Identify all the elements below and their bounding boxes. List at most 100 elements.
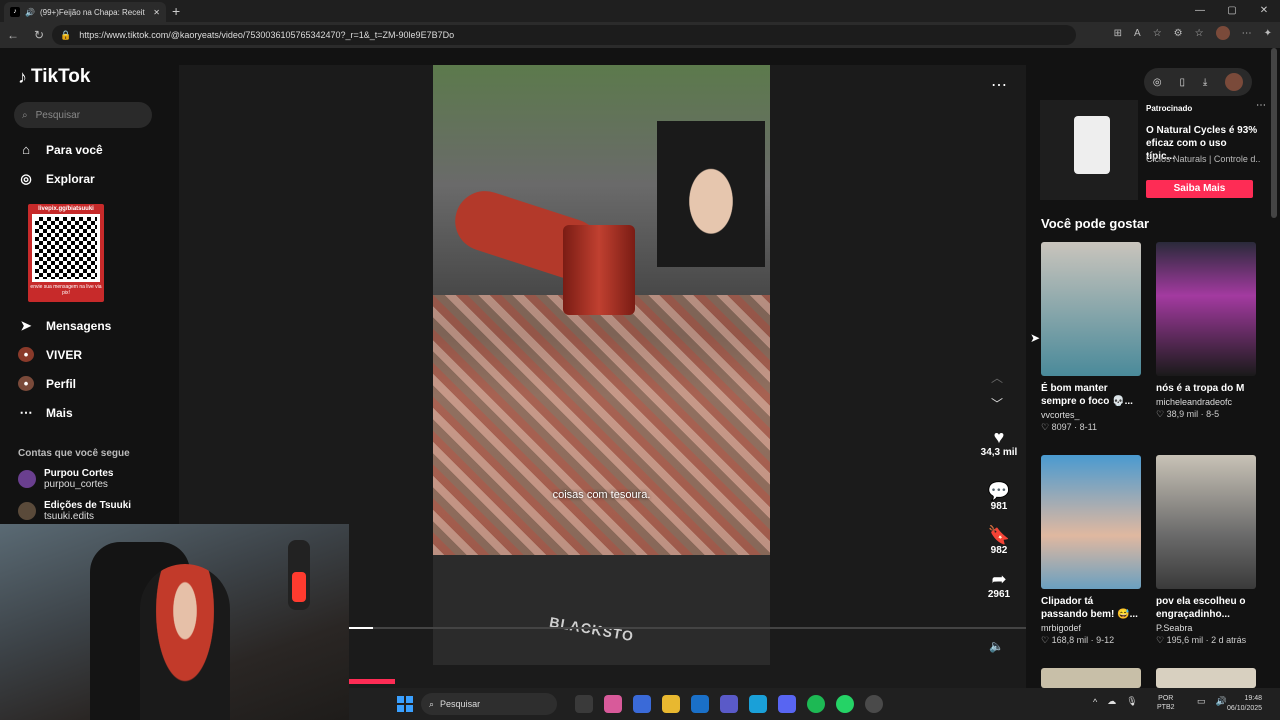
- suggestion-card[interactable]: pov ela escolheu o engraçadinho... P.Sea…: [1156, 455, 1256, 646]
- following-item[interactable]: Edições de Tsuuki tsuuki.edits: [18, 500, 131, 522]
- suggestion-card[interactable]: É bom manter sempre o foco 💀... vvcortes…: [1041, 242, 1141, 433]
- download-icon[interactable]: ⤓: [1203, 77, 1207, 88]
- profile-avatar[interactable]: [1215, 26, 1230, 40]
- video-player[interactable]: BLACKSTO coisas com tesoura.: [433, 65, 770, 665]
- sidebar-item-mensagens[interactable]: ➤ Mensagens: [18, 318, 112, 334]
- edge-icon[interactable]: [749, 695, 767, 713]
- logo-text: TikTok: [31, 66, 91, 87]
- teams-icon[interactable]: [720, 695, 738, 713]
- read-aloud-icon[interactable]: A: [1134, 28, 1141, 39]
- comment-count: 981: [990, 501, 1008, 512]
- browser-chrome: ♪ 🔊 (99+)Feijão na Chapa: Receit ✕ + — ▢…: [0, 0, 1280, 48]
- close-tab-icon[interactable]: ✕: [153, 8, 160, 17]
- sidebar-item-label: VIVER: [46, 347, 83, 362]
- volume-icon[interactable]: 🔈: [989, 639, 1004, 653]
- copilot-app-icon[interactable]: [604, 695, 622, 713]
- close-window-button[interactable]: ✕: [1248, 0, 1280, 22]
- compass-icon[interactable]: ◎: [1153, 77, 1162, 88]
- save-button[interactable]: 🔖 982: [979, 525, 1019, 557]
- sidebar-item-explorar[interactable]: ◎ Explorar: [18, 171, 94, 187]
- avatar: [18, 502, 36, 520]
- copilot-icon[interactable]: ✦: [1264, 28, 1272, 39]
- new-tab-button[interactable]: +: [172, 3, 180, 19]
- refresh-icon[interactable]: ↻: [26, 28, 52, 42]
- discord-icon[interactable]: [778, 695, 796, 713]
- language-indicator[interactable]: POR PTB2: [1157, 694, 1175, 712]
- suggestion-meta: ♡ 38,9 mil · 8-5: [1156, 409, 1220, 419]
- home-icon: ⌂: [22, 142, 30, 157]
- minimize-button[interactable]: —: [1184, 0, 1216, 22]
- page-scrollbar[interactable]: [1271, 48, 1277, 218]
- whatsapp-icon[interactable]: [836, 695, 854, 713]
- more-icon: ⋯: [19, 405, 33, 420]
- like-button[interactable]: ♥ 34,3 mil: [979, 427, 1019, 459]
- search-input[interactable]: ⌕ Pesquisar: [14, 102, 152, 128]
- suggestion-thumbnail: [1041, 668, 1141, 688]
- mic-icon[interactable]: 🎙: [1126, 696, 1137, 707]
- start-button[interactable]: [397, 696, 413, 712]
- menu-dots-icon[interactable]: ⋯: [1242, 28, 1252, 39]
- following-item[interactable]: Purpou Cortes purpou_cortes: [18, 468, 113, 490]
- following-handle: tsuuki.edits: [44, 511, 95, 522]
- wifi-icon[interactable]: ▭: [1197, 696, 1206, 707]
- tiktok-logo[interactable]: ♪ TikTok: [18, 66, 90, 88]
- taskbar-search[interactable]: ⌕ Pesquisar: [421, 693, 557, 715]
- qr-top-text: livepix.gg/biatsuuki: [38, 206, 94, 212]
- folder-icon[interactable]: [662, 695, 680, 713]
- webcam-person: [140, 564, 230, 720]
- more-options-icon[interactable]: ⋯: [991, 75, 1007, 95]
- extensions-icon[interactable]: ⚙: [1174, 28, 1183, 39]
- previous-video-icon[interactable]: ︿: [991, 369, 1003, 386]
- phone-icon[interactable]: ▯: [1179, 77, 1185, 88]
- suggestion-card[interactable]: [1156, 668, 1256, 688]
- store-icon[interactable]: [633, 695, 651, 713]
- ad-phone-image: [1074, 116, 1110, 174]
- suggestion-thumbnail: [1156, 668, 1256, 688]
- back-icon[interactable]: ←: [0, 28, 26, 42]
- video-progress-bar[interactable]: [349, 627, 1026, 629]
- sponsored-ad[interactable]: Patrocinado ⋯ O Natural Cycles é 93% efi…: [1040, 100, 1270, 200]
- browser-tab[interactable]: ♪ 🔊 (99+)Feijão na Chapa: Receit ✕: [4, 2, 166, 22]
- obs-icon[interactable]: [865, 695, 883, 713]
- comment-button[interactable]: 💬 981: [979, 481, 1019, 513]
- mouse-cursor-icon: ➤: [1030, 331, 1041, 345]
- chevron-up-icon[interactable]: ^: [1093, 697, 1097, 707]
- windows-taskbar: ⌕ Pesquisar ^ ☁ 🎙 POR PTB2 ▭ 🔊 19:48 06/…: [349, 688, 1280, 720]
- suggestion-card[interactable]: Clipador tá passando bem! 😅... mrbigodef…: [1041, 455, 1141, 646]
- suggestion-card[interactable]: nós é a tropa do M micheleandradeofc ♡ 3…: [1156, 242, 1256, 420]
- window-controls: — ▢ ✕: [1184, 0, 1280, 22]
- taskbar-clock[interactable]: 19:48 06/10/2025: [1227, 694, 1262, 714]
- maximize-button[interactable]: ▢: [1216, 0, 1248, 22]
- favorite-star-icon[interactable]: ☆: [1153, 28, 1162, 39]
- sponsored-label: Patrocinado: [1146, 104, 1193, 113]
- favorites-icon[interactable]: ☆: [1195, 28, 1204, 39]
- avatar[interactable]: [1225, 73, 1244, 91]
- streamer-webcam-overlay: [0, 524, 349, 720]
- cloud-icon[interactable]: ☁: [1107, 696, 1116, 707]
- following-header: Contas que você segue: [18, 448, 130, 459]
- learn-more-button[interactable]: Saiba Mais: [1146, 180, 1253, 198]
- ad-more-icon[interactable]: ⋯: [1256, 100, 1266, 111]
- like-count: 34,3 mil: [980, 447, 1018, 458]
- share-button[interactable]: ➦ 2961: [979, 569, 1019, 601]
- sidebar-item-mais[interactable]: ⋯ Mais: [18, 405, 73, 421]
- sidebar-item-viver[interactable]: • VIVER: [18, 347, 82, 362]
- lock-icon: 🔒: [60, 29, 72, 40]
- volume-tray-icon[interactable]: 🔊: [1216, 696, 1227, 707]
- app-icon[interactable]: ⊞: [1114, 28, 1122, 39]
- sidebar-item-label: Perfil: [46, 376, 77, 391]
- spotify-icon[interactable]: [807, 695, 825, 713]
- qr-code-icon: [32, 214, 100, 282]
- suggestion-card[interactable]: [1041, 668, 1141, 688]
- speaker-icon[interactable]: 🔊: [25, 8, 35, 17]
- sidebar-item-para-voce[interactable]: ⌂ Para você: [18, 142, 103, 157]
- outlook-icon[interactable]: [691, 695, 709, 713]
- avatar: [18, 470, 36, 488]
- ad-image: [1040, 100, 1138, 200]
- next-video-icon[interactable]: ﹀: [991, 395, 1003, 412]
- tab-title: (99+)Feijão na Chapa: Receit: [39, 7, 145, 17]
- sidebar-item-perfil[interactable]: • Perfil: [18, 376, 76, 391]
- task-view-icon[interactable]: [575, 695, 593, 713]
- address-bar[interactable]: 🔒 https://www.tiktok.com/@kaoryeats/vide…: [52, 25, 1076, 45]
- suggestion-date: 8-11: [1079, 422, 1097, 432]
